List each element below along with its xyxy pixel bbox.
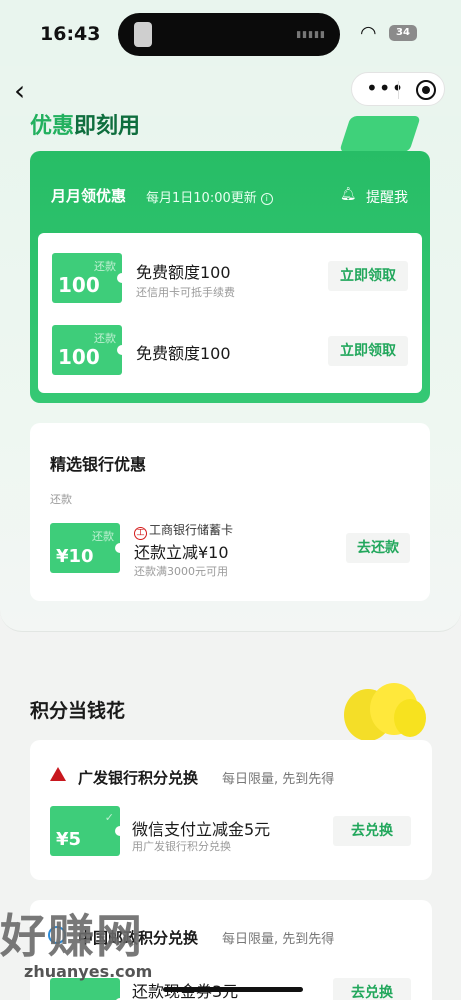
- bank-brand: 工工商银行储蓄卡: [134, 521, 233, 540]
- coupon-amount: 100: [58, 345, 100, 369]
- exchange-subtitle: 用广发银行积分兑换: [132, 840, 231, 853]
- capsule-divider: [398, 81, 399, 99]
- coupon-ticket: 还款 100: [52, 325, 127, 375]
- back-arrow-icon[interactable]: ‹: [14, 74, 25, 107]
- coupon-amount: 100: [58, 273, 100, 297]
- watermark-url: zhuanyes.com: [24, 962, 153, 981]
- info-icon[interactable]: i: [260, 193, 273, 205]
- exchange-limit: 每日限量, 先到先得: [222, 772, 335, 787]
- status-time: 16:43: [40, 23, 101, 45]
- target-icon[interactable]: [416, 80, 436, 100]
- bank-offers-category: 还款: [50, 493, 72, 506]
- coupon-ticket: ¥3: [50, 978, 125, 1000]
- claim-button[interactable]: 立即领取: [328, 261, 408, 291]
- coupon-amount: ¥10: [56, 546, 94, 567]
- coupon-tag: 还款: [92, 530, 114, 543]
- claim-button[interactable]: 立即领取: [328, 336, 408, 366]
- bank-brand-name: 工商银行储蓄卡: [149, 523, 234, 537]
- media-thumbnail: [134, 22, 152, 47]
- offer-subtitle: 还信用卡可抵手续费: [136, 286, 235, 299]
- coupon-amount: ¥5: [56, 829, 82, 850]
- monthly-subtitle-text: 每月1日10:00更新: [146, 191, 257, 206]
- bank-offer-subtitle: 还款满3000元可用: [134, 565, 228, 578]
- coin-shape: [394, 699, 426, 737]
- check-icon: ✓: [104, 811, 114, 824]
- status-bar: 16:43 ▮▮▮▮▮ ◠ 34: [0, 0, 461, 66]
- monthly-offers-list: 还款 100 免费额度100 还信用卡可抵手续费 立即领取 还款 100 免费额…: [38, 233, 422, 393]
- monthly-offers-card: 月月领优惠 每月1日10:00更新 i 🔔︎ 提醒我 还款 100 免费额度100…: [30, 151, 430, 403]
- coupon-tag: 还款: [94, 332, 116, 345]
- mini-program-capsule: •••: [351, 72, 445, 106]
- points-exchange-card: 广发银行积分兑换 每日限量, 先到先得 ✓ ¥5 微信支付立减金5元 用广发银行…: [30, 740, 432, 880]
- offer-title: 免费额度100: [136, 344, 231, 363]
- monthly-title: 月月领优惠: [51, 187, 127, 205]
- exchange-limit: 每日限量, 先到先得: [222, 932, 335, 947]
- coins-decoration-icon: [344, 683, 426, 745]
- audio-wave-icon: ▮▮▮▮▮: [296, 30, 326, 40]
- remind-me-button[interactable]: 提醒我: [366, 187, 408, 207]
- heading-accent: 优惠: [30, 114, 75, 139]
- repay-button[interactable]: 去还款: [346, 533, 410, 563]
- home-indicator[interactable]: [163, 987, 303, 992]
- offer-title: 免费额度100: [136, 263, 231, 282]
- coupon-ticket: ✓ ¥5: [50, 806, 125, 856]
- exchange-button[interactable]: 去兑换: [333, 816, 411, 846]
- wifi-icon: ◠: [360, 22, 377, 44]
- coupon-tag: 还款: [94, 260, 116, 273]
- bank-offer-title: 还款立减¥10: [134, 543, 229, 562]
- heading-rest: 即刻用: [74, 114, 141, 139]
- battery-icon: 34: [389, 25, 417, 41]
- bank-offers-card: 精选银行优惠 还款 还款 ¥10 工工商银行储蓄卡 还款立减¥10 还款满300…: [30, 423, 430, 601]
- watermark-logo: 好赚网: [0, 909, 144, 963]
- bank-offers-title: 精选银行优惠: [50, 455, 147, 474]
- decorative-tag-icon: [339, 116, 421, 152]
- coupon-ticket: 还款 100: [52, 253, 127, 303]
- section-heading: 优惠即刻用: [30, 108, 140, 140]
- dynamic-island: ▮▮▮▮▮: [118, 13, 340, 56]
- coupon-ticket: 还款 ¥10: [50, 523, 125, 573]
- exchange-button[interactable]: 去兑换: [333, 978, 411, 1000]
- cgb-logo-icon: [50, 767, 66, 781]
- exchange-title: 微信支付立减金5元: [132, 820, 271, 839]
- bell-icon[interactable]: 🔔︎: [340, 187, 357, 202]
- points-section-title: 积分当钱花: [30, 700, 126, 722]
- exchange-bank-name: 广发银行积分兑换: [78, 769, 199, 787]
- monthly-subtitle: 每月1日10:00更新 i: [146, 187, 273, 206]
- promo-panel: 优惠即刻用 月月领优惠 每月1日10:00更新 i 🔔︎ 提醒我 还款 100 免…: [0, 114, 461, 632]
